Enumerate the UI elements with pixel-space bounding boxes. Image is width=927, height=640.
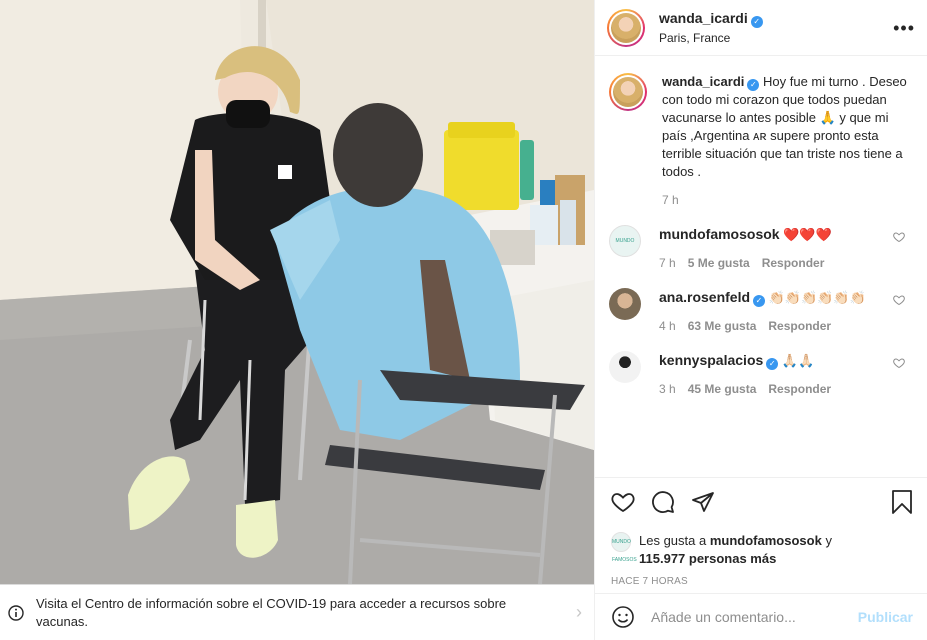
likes-connector: y xyxy=(825,533,832,548)
post-actions: MUNDO FAMOSOS Les gusta a mundofamososok… xyxy=(595,477,927,587)
post-timestamp[interactable]: HACE 7 HORAS xyxy=(611,576,913,587)
covid-info-banner[interactable]: Visita el Centro de información sobre el… xyxy=(0,584,594,640)
comment-text: 👏🏻👏🏻👏🏻👏🏻👏🏻👏🏻 xyxy=(768,290,866,305)
add-comment-bar: Publicar xyxy=(595,593,927,640)
commenter-avatar[interactable]: MUNDO xyxy=(609,225,641,257)
publish-button[interactable]: Publicar xyxy=(858,609,913,625)
emoji-smiley-icon[interactable] xyxy=(611,605,635,629)
comment-time[interactable]: 4 h xyxy=(659,317,676,335)
comment-time[interactable]: 7 h xyxy=(659,254,676,272)
share-paper-plane-icon[interactable] xyxy=(691,490,715,514)
post-header: wanda_icardi ✓ Paris, France ••• xyxy=(595,0,927,56)
more-horizontal-icon[interactable]: ••• xyxy=(893,19,915,37)
comment-item: ana.rosenfeld ✓ 👏🏻👏🏻👏🏻👏🏻👏🏻👏🏻 4 h 63 Me gu… xyxy=(609,288,915,335)
comment-likes[interactable]: 63 Me gusta xyxy=(688,317,757,335)
likes-summary: MUNDO FAMOSOS Les gusta a mundofamososok… xyxy=(611,532,913,568)
like-comment-heart-icon[interactable] xyxy=(893,231,905,243)
comment-item: MUNDO mundofamososok ❤️❤️❤️ 7 h 5 Me gus… xyxy=(609,225,915,272)
verified-badge-icon: ✓ xyxy=(747,79,760,91)
vaccination-photo-illustration xyxy=(0,0,594,584)
comment-username[interactable]: ana.rosenfeld xyxy=(659,289,750,305)
comment-likes[interactable]: 5 Me gusta xyxy=(688,254,750,272)
commenter-avatar[interactable] xyxy=(609,288,641,320)
comment-username[interactable]: mundofamososok xyxy=(659,226,780,242)
author-avatar-image xyxy=(611,12,641,43)
post-location[interactable]: Paris, France xyxy=(659,31,763,45)
like-comment-heart-icon[interactable] xyxy=(893,294,905,306)
post-photo xyxy=(0,0,594,584)
comment-bubble-icon[interactable] xyxy=(651,490,675,514)
reply-button[interactable]: Responder xyxy=(768,380,831,398)
likes-prefix: Les gusta a xyxy=(639,533,707,548)
post-panel: wanda_icardi ✓ Paris, France ••• wanda_ic… xyxy=(594,0,927,640)
like-comment-heart-icon[interactable] xyxy=(893,357,905,369)
caption-author-avatar[interactable] xyxy=(609,73,647,111)
liker-avatar[interactable]: MUNDO FAMOSOS xyxy=(611,532,637,563)
verified-badge-icon: ✓ xyxy=(766,358,779,370)
caption-text: Hoy fue mi turno . Deseo con todo mi cor… xyxy=(662,74,907,179)
comment-text: ❤️❤️❤️ xyxy=(783,227,832,242)
author-username[interactable]: wanda_icardi xyxy=(659,10,748,26)
info-icon xyxy=(8,604,24,621)
comment-username[interactable]: kennyspalacios xyxy=(659,352,763,368)
comment-likes[interactable]: 45 Me gusta xyxy=(688,380,757,398)
covid-banner-text: Visita el Centro de información sobre el… xyxy=(36,595,507,629)
comment-input[interactable] xyxy=(651,609,841,625)
verified-badge-icon: ✓ xyxy=(753,295,766,307)
like-heart-icon[interactable] xyxy=(611,490,635,514)
reply-button[interactable]: Responder xyxy=(768,317,831,335)
author-avatar[interactable] xyxy=(607,8,645,47)
comment-time[interactable]: 3 h xyxy=(659,380,676,398)
verified-badge-icon: ✓ xyxy=(750,16,763,28)
caption-username[interactable]: wanda_icardi xyxy=(662,74,744,89)
caption-time[interactable]: 7 h xyxy=(662,191,912,209)
post-caption: wanda_icardi ✓ Hoy fue mi turno . Deseo c… xyxy=(609,73,915,209)
comments-section[interactable]: wanda_icardi ✓ Hoy fue mi turno . Deseo c… xyxy=(595,57,927,477)
caption-avatar-image xyxy=(613,77,643,107)
reply-button[interactable]: Responder xyxy=(762,254,825,272)
likes-count-link[interactable]: 115.977 personas más xyxy=(639,551,776,566)
save-bookmark-icon[interactable] xyxy=(891,490,913,514)
commenter-avatar[interactable] xyxy=(609,351,641,383)
comment-text: 🙏🏻🙏🏻 xyxy=(781,353,815,368)
comment-item: kennyspalacios ✓ 🙏🏻🙏🏻 3 h 45 Me gusta Res… xyxy=(609,351,915,398)
chevron-right-icon[interactable]: › xyxy=(576,602,582,623)
likes-first-user[interactable]: mundofamososok xyxy=(710,533,822,548)
